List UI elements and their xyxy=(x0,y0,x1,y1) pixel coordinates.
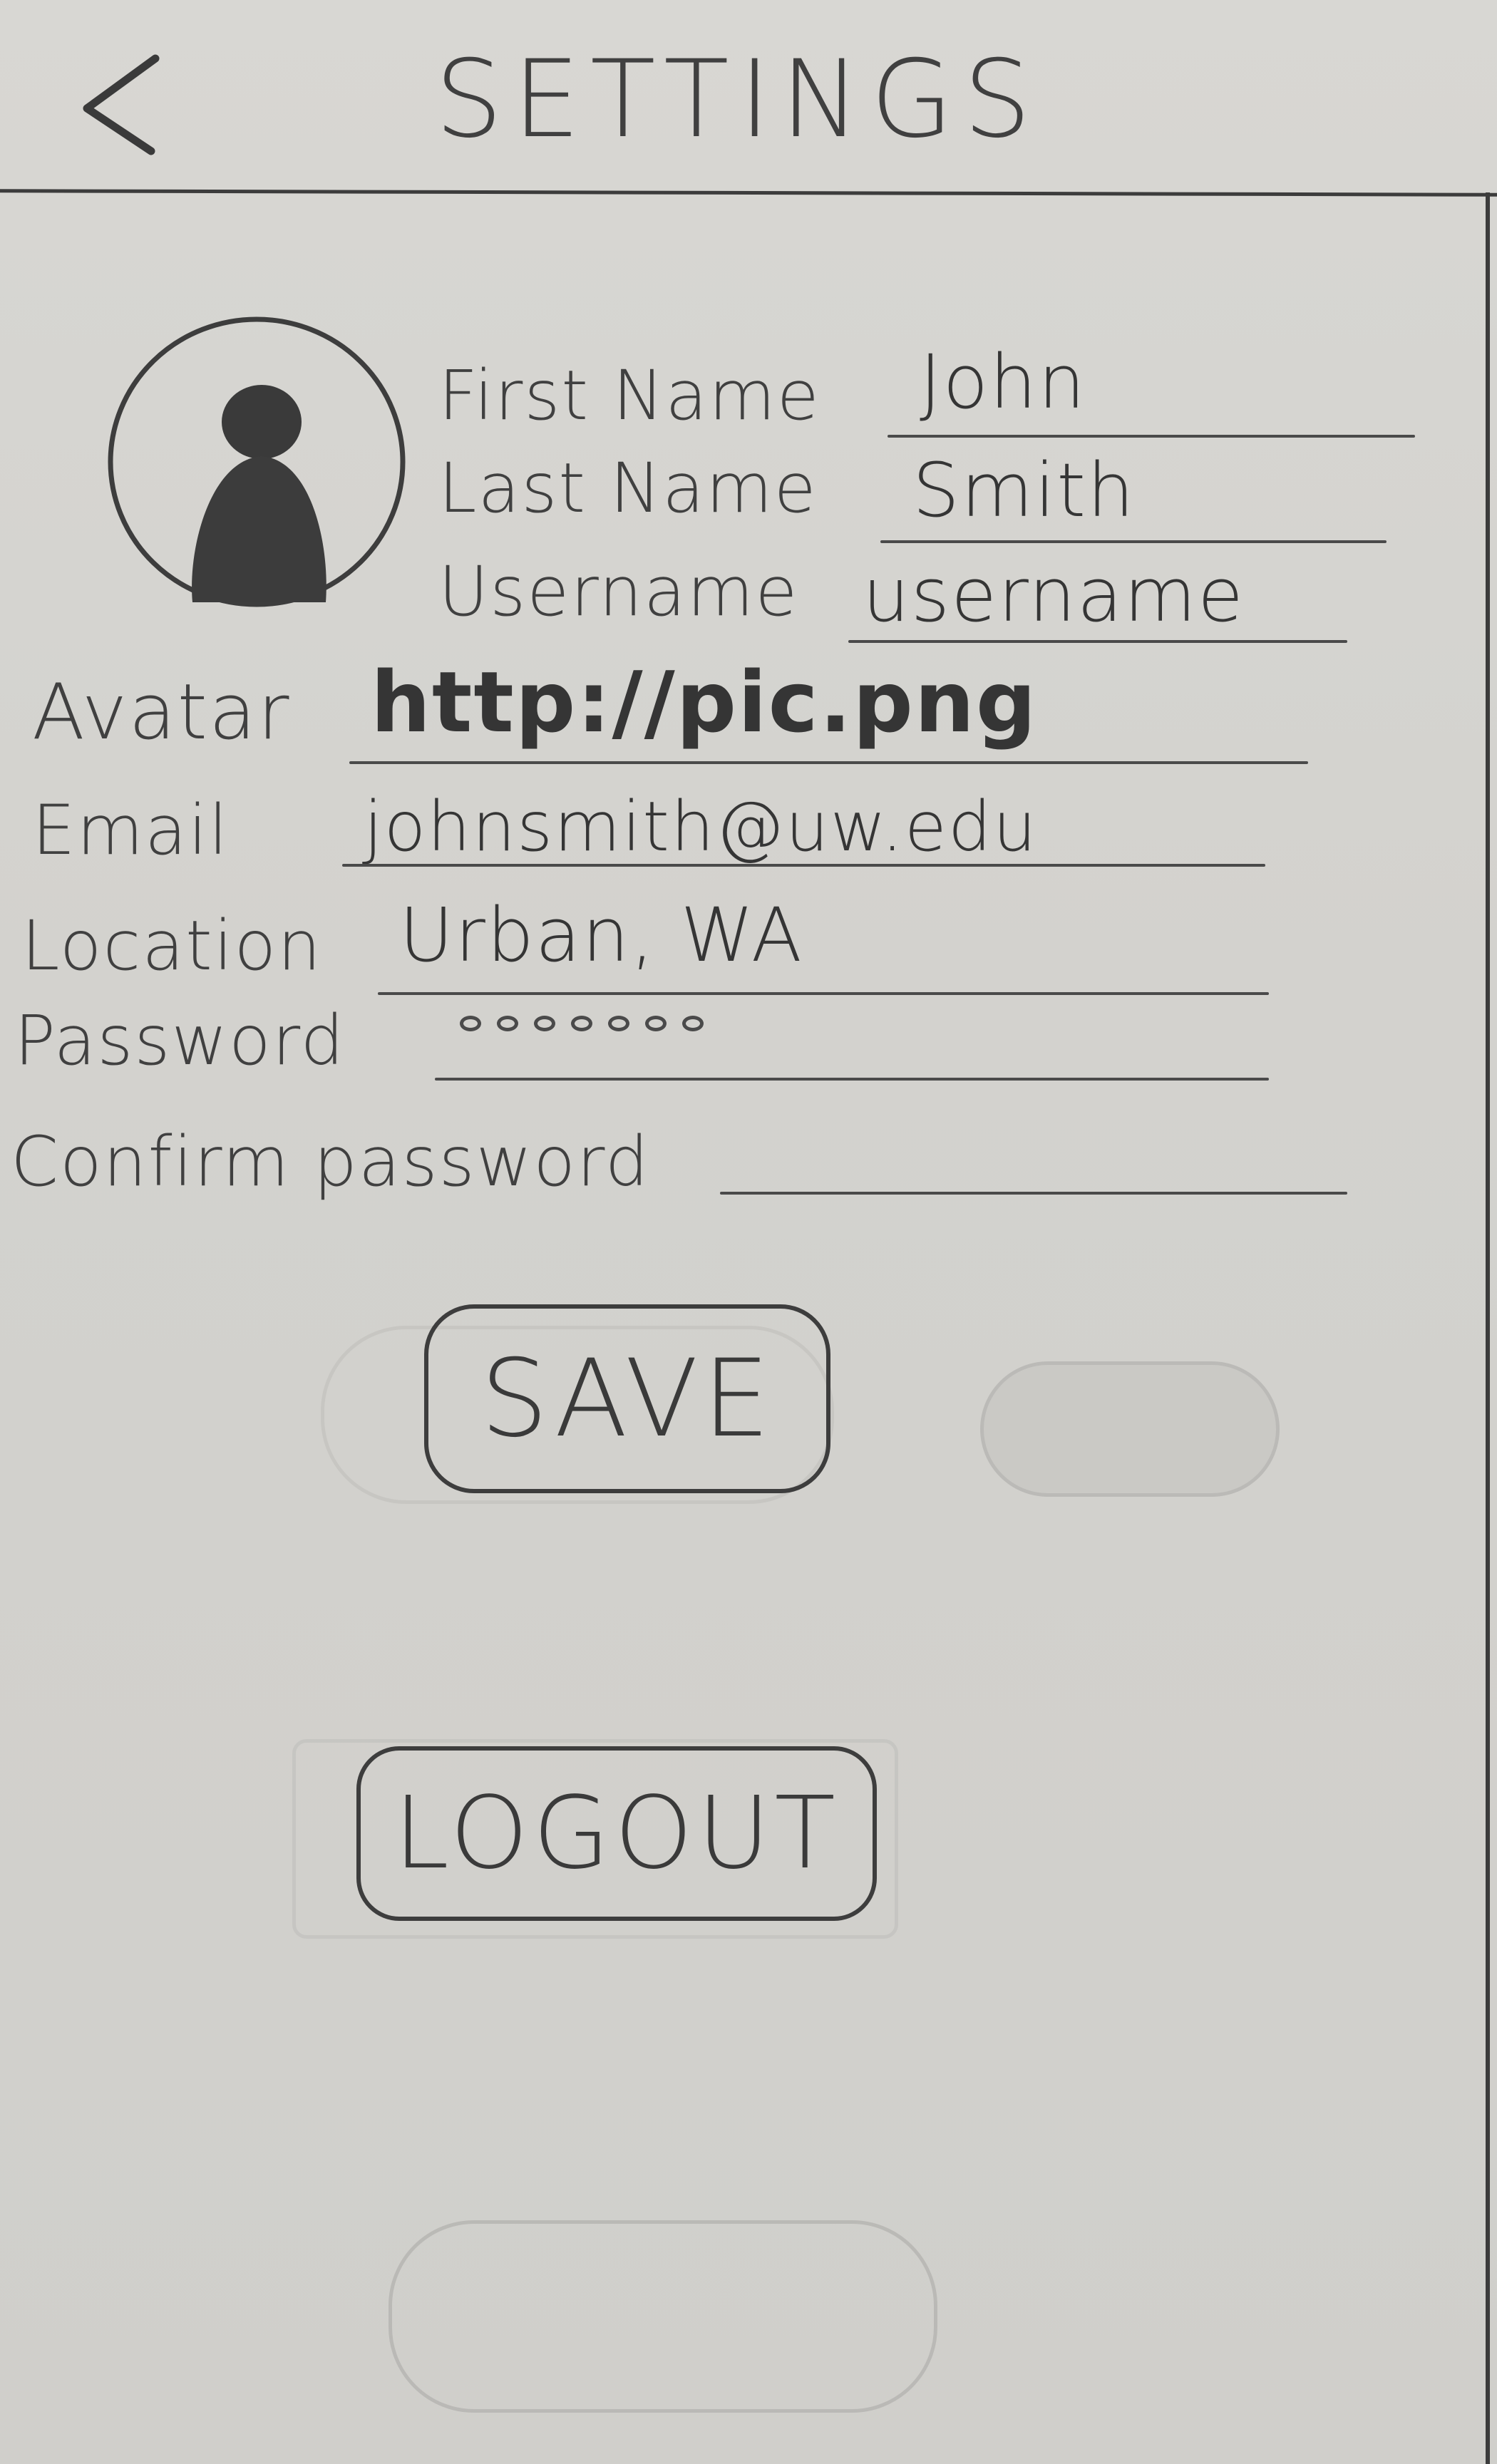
location-value[interactable]: Urban, WA xyxy=(399,892,803,978)
email-label: Email xyxy=(32,790,230,870)
save-button[interactable]: SAVE xyxy=(424,1304,830,1493)
username-value[interactable]: username xyxy=(863,552,1245,638)
person-silhouette-icon xyxy=(108,316,406,607)
logout-button[interactable]: LOGOUT xyxy=(356,1746,877,1921)
avatar-url-value[interactable]: http://pic.png xyxy=(371,659,1037,745)
confirm-password-underline xyxy=(720,1192,1347,1195)
first-name-label: First Name xyxy=(438,356,820,435)
confirm-password-label: Confirm password xyxy=(11,1122,650,1202)
password-mask-dot xyxy=(534,1016,555,1031)
password-mask-dot xyxy=(645,1016,667,1031)
last-name-underline xyxy=(880,540,1387,543)
erased-save-sketch xyxy=(389,2220,937,2413)
email-value[interactable]: johnsmith@uw.edu xyxy=(364,784,1038,870)
password-mask-dot xyxy=(460,1016,481,1031)
password-mask-dot xyxy=(497,1016,518,1031)
erased-sketch-mark xyxy=(980,1361,1280,1497)
password-mask-dot xyxy=(571,1016,592,1031)
location-underline xyxy=(378,992,1269,995)
password-mask-dot xyxy=(682,1016,704,1031)
header-divider xyxy=(0,189,1497,197)
chevron-left-icon xyxy=(83,54,160,155)
username-underline xyxy=(848,640,1347,643)
username-label: Username xyxy=(438,552,799,632)
first-name-value[interactable]: John xyxy=(920,339,1086,425)
paper-edge-line xyxy=(1486,192,1490,2464)
page-title: SETTINGS xyxy=(435,38,1041,162)
avatar[interactable] xyxy=(103,314,410,613)
email-underline xyxy=(342,864,1265,867)
last-name-value[interactable]: Smith xyxy=(912,448,1136,533)
back-button[interactable] xyxy=(71,43,171,164)
settings-screen: SETTINGS First Name John Last Name Smith… xyxy=(0,0,1497,2464)
last-name-label: Last Name xyxy=(438,448,818,528)
avatar-url-label: Avatar xyxy=(32,668,291,757)
password-mask-dot xyxy=(608,1016,629,1031)
location-label: Location xyxy=(21,906,323,986)
password-field[interactable] xyxy=(460,1016,704,1031)
first-name-underline xyxy=(888,435,1415,438)
password-label: Password xyxy=(14,1001,346,1081)
password-underline xyxy=(435,1078,1269,1081)
app-header: SETTINGS xyxy=(0,0,1497,197)
avatar-url-underline xyxy=(349,761,1308,764)
